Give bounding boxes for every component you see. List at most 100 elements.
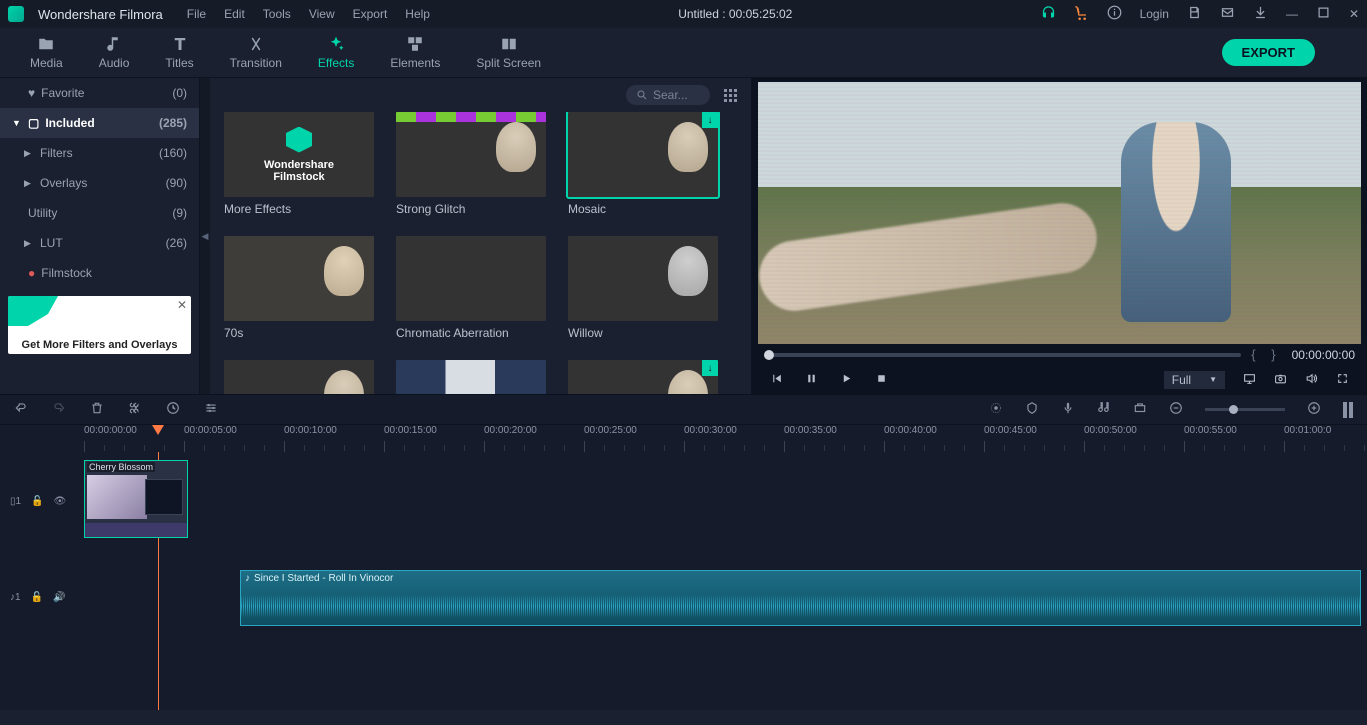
timeline[interactable]: ▯1 🔓 👁 ♪1 🔓 🔊 Cherry Blossom ♪Since I St… <box>0 452 1367 710</box>
video-track-controls[interactable]: ▯1 🔓 👁 <box>0 496 66 507</box>
redo-icon[interactable] <box>52 401 66 418</box>
maximize-icon[interactable] <box>1316 5 1331 23</box>
audio-clip[interactable]: ♪Since I Started - Roll In Vinocor <box>240 570 1361 626</box>
effect-thumb[interactable]: Strong Glitch <box>396 112 546 216</box>
tab-transition[interactable]: Transition <box>212 35 300 70</box>
menu-help[interactable]: Help <box>405 7 430 21</box>
download-badge-icon[interactable]: ↓ <box>702 360 718 376</box>
lock-icon[interactable]: 🔓 <box>31 496 43 507</box>
titlebar: Wondershare Filmora File Edit Tools View… <box>0 0 1367 28</box>
panel-collapse-handle[interactable]: ◀ <box>200 78 210 394</box>
effect-thumb[interactable]: ↓ <box>568 360 718 394</box>
module-toolbar: Media Audio Titles Transition Effects El… <box>0 28 1367 78</box>
sidebar-item-favorite[interactable]: ♥Favorite(0) <box>0 78 199 108</box>
timeline-toggle-icon[interactable] <box>1343 402 1353 418</box>
thumb-label: Willow <box>568 326 718 340</box>
effect-thumb[interactable]: Willow <box>568 236 718 340</box>
effect-thumb[interactable] <box>396 360 546 394</box>
undo-icon[interactable] <box>14 401 28 418</box>
tab-splitscreen[interactable]: Split Screen <box>458 35 559 70</box>
prev-frame-button[interactable] <box>770 372 783 388</box>
preview-scrubber[interactable] <box>764 353 1241 357</box>
effect-thumb[interactable]: WondershareFilmstockMore Effects <box>224 112 374 216</box>
save-icon[interactable] <box>1187 5 1202 23</box>
effect-thumb[interactable]: 70s <box>224 236 374 340</box>
voiceover-icon[interactable] <box>1061 401 1075 418</box>
marker-icon[interactable] <box>1025 401 1039 418</box>
play-pause-button[interactable] <box>805 372 818 388</box>
preview-viewport[interactable] <box>758 82 1361 344</box>
tab-audio[interactable]: Audio <box>81 35 148 70</box>
volume-icon[interactable] <box>1305 372 1318 388</box>
download-icon[interactable] <box>1253 5 1268 23</box>
fullscreen-icon[interactable] <box>1336 372 1349 388</box>
menu-file[interactable]: File <box>187 7 206 21</box>
thumb-label: 70s <box>224 326 374 340</box>
tab-titles[interactable]: Titles <box>147 35 211 70</box>
ruler-tick: 00:00:35:00 <box>784 425 837 436</box>
app-name: Wondershare Filmora <box>38 7 163 22</box>
sidebar-item-filters[interactable]: ▶Filters(160) <box>0 138 199 168</box>
download-badge-icon[interactable]: ↓ <box>702 112 718 128</box>
zoom-slider[interactable] <box>1205 408 1285 411</box>
snapshot-icon[interactable] <box>1274 372 1287 388</box>
promo-text: Get More Filters and Overlays <box>8 339 191 351</box>
adjust-icon[interactable] <box>204 401 218 418</box>
menu-edit[interactable]: Edit <box>224 7 245 21</box>
eye-icon[interactable]: 👁 <box>54 496 67 507</box>
effect-thumb[interactable]: Chromatic Aberration <box>396 236 546 340</box>
tab-media[interactable]: Media <box>12 35 81 70</box>
info-icon[interactable] <box>1107 5 1122 23</box>
effect-thumb[interactable]: ↓Mosaic <box>568 112 718 216</box>
mute-icon[interactable]: 🔊 <box>53 592 65 603</box>
delete-icon[interactable] <box>90 401 104 418</box>
playhead-icon[interactable] <box>152 425 164 435</box>
zoom-in-icon[interactable] <box>1307 401 1321 418</box>
ruler-tick: 00:00:20:00 <box>484 425 537 436</box>
mail-icon[interactable] <box>1220 5 1235 23</box>
video-clip[interactable]: Cherry Blossom <box>84 460 188 538</box>
menu-tools[interactable]: Tools <box>263 7 291 21</box>
play-button[interactable] <box>840 372 853 388</box>
sidebar-item-utility[interactable]: Utility(9) <box>0 198 199 228</box>
zoom-out-icon[interactable] <box>1169 401 1183 418</box>
thumb-label: More Effects <box>224 202 374 216</box>
ruler-tick: 00:00:05:00 <box>184 425 237 436</box>
headset-icon[interactable] <box>1041 5 1056 23</box>
close-icon[interactable]: ✕ <box>1349 7 1359 21</box>
sidebar-item-lut[interactable]: ▶LUT(26) <box>0 228 199 258</box>
thumb-label: Chromatic Aberration <box>396 326 546 340</box>
sidebar-item-filmstock[interactable]: ●Filmstock <box>0 258 199 288</box>
promo-banner[interactable]: ✕ Get More Filters and Overlays <box>8 296 191 354</box>
keyframe-icon[interactable] <box>1133 401 1147 418</box>
lock-icon[interactable]: 🔓 <box>31 592 43 603</box>
music-note-icon: ♪ <box>245 573 250 584</box>
app-logo-icon <box>8 6 24 22</box>
project-title: Untitled : 00:05:25:02 <box>444 7 1027 21</box>
stop-button[interactable] <box>875 372 888 388</box>
promo-close-icon[interactable]: ✕ <box>177 298 187 312</box>
effect-thumb[interactable] <box>224 360 374 394</box>
speed-icon[interactable] <box>166 401 180 418</box>
display-icon[interactable] <box>1243 372 1256 388</box>
render-icon[interactable] <box>989 401 1003 418</box>
menu-view[interactable]: View <box>309 7 335 21</box>
audio-track-controls[interactable]: ♪1 🔓 🔊 <box>0 592 65 603</box>
audio-mix-icon[interactable] <box>1097 401 1111 418</box>
search-input[interactable]: Sear... <box>626 85 710 105</box>
split-icon[interactable] <box>128 401 142 418</box>
menu-export[interactable]: Export <box>353 7 388 21</box>
minimize-icon[interactable]: — <box>1286 7 1298 21</box>
tab-elements[interactable]: Elements <box>372 35 458 70</box>
sidebar-item-included[interactable]: ▼▢Included(285) <box>0 108 199 138</box>
main-menu: File Edit Tools View Export Help <box>187 7 430 21</box>
quality-select[interactable]: Full▼ <box>1164 371 1225 389</box>
tab-effects[interactable]: Effects <box>300 35 372 70</box>
timeline-ruler[interactable]: 00:00:00:0000:00:05:0000:00:10:0000:00:1… <box>0 424 1367 452</box>
sidebar-item-overlays[interactable]: ▶Overlays(90) <box>0 168 199 198</box>
cart-icon[interactable] <box>1074 5 1089 23</box>
export-button[interactable]: EXPORT <box>1222 39 1315 66</box>
view-grid-icon[interactable] <box>724 89 737 102</box>
marker-brackets[interactable]: { } <box>1251 347 1281 362</box>
login-link[interactable]: Login <box>1140 7 1169 21</box>
